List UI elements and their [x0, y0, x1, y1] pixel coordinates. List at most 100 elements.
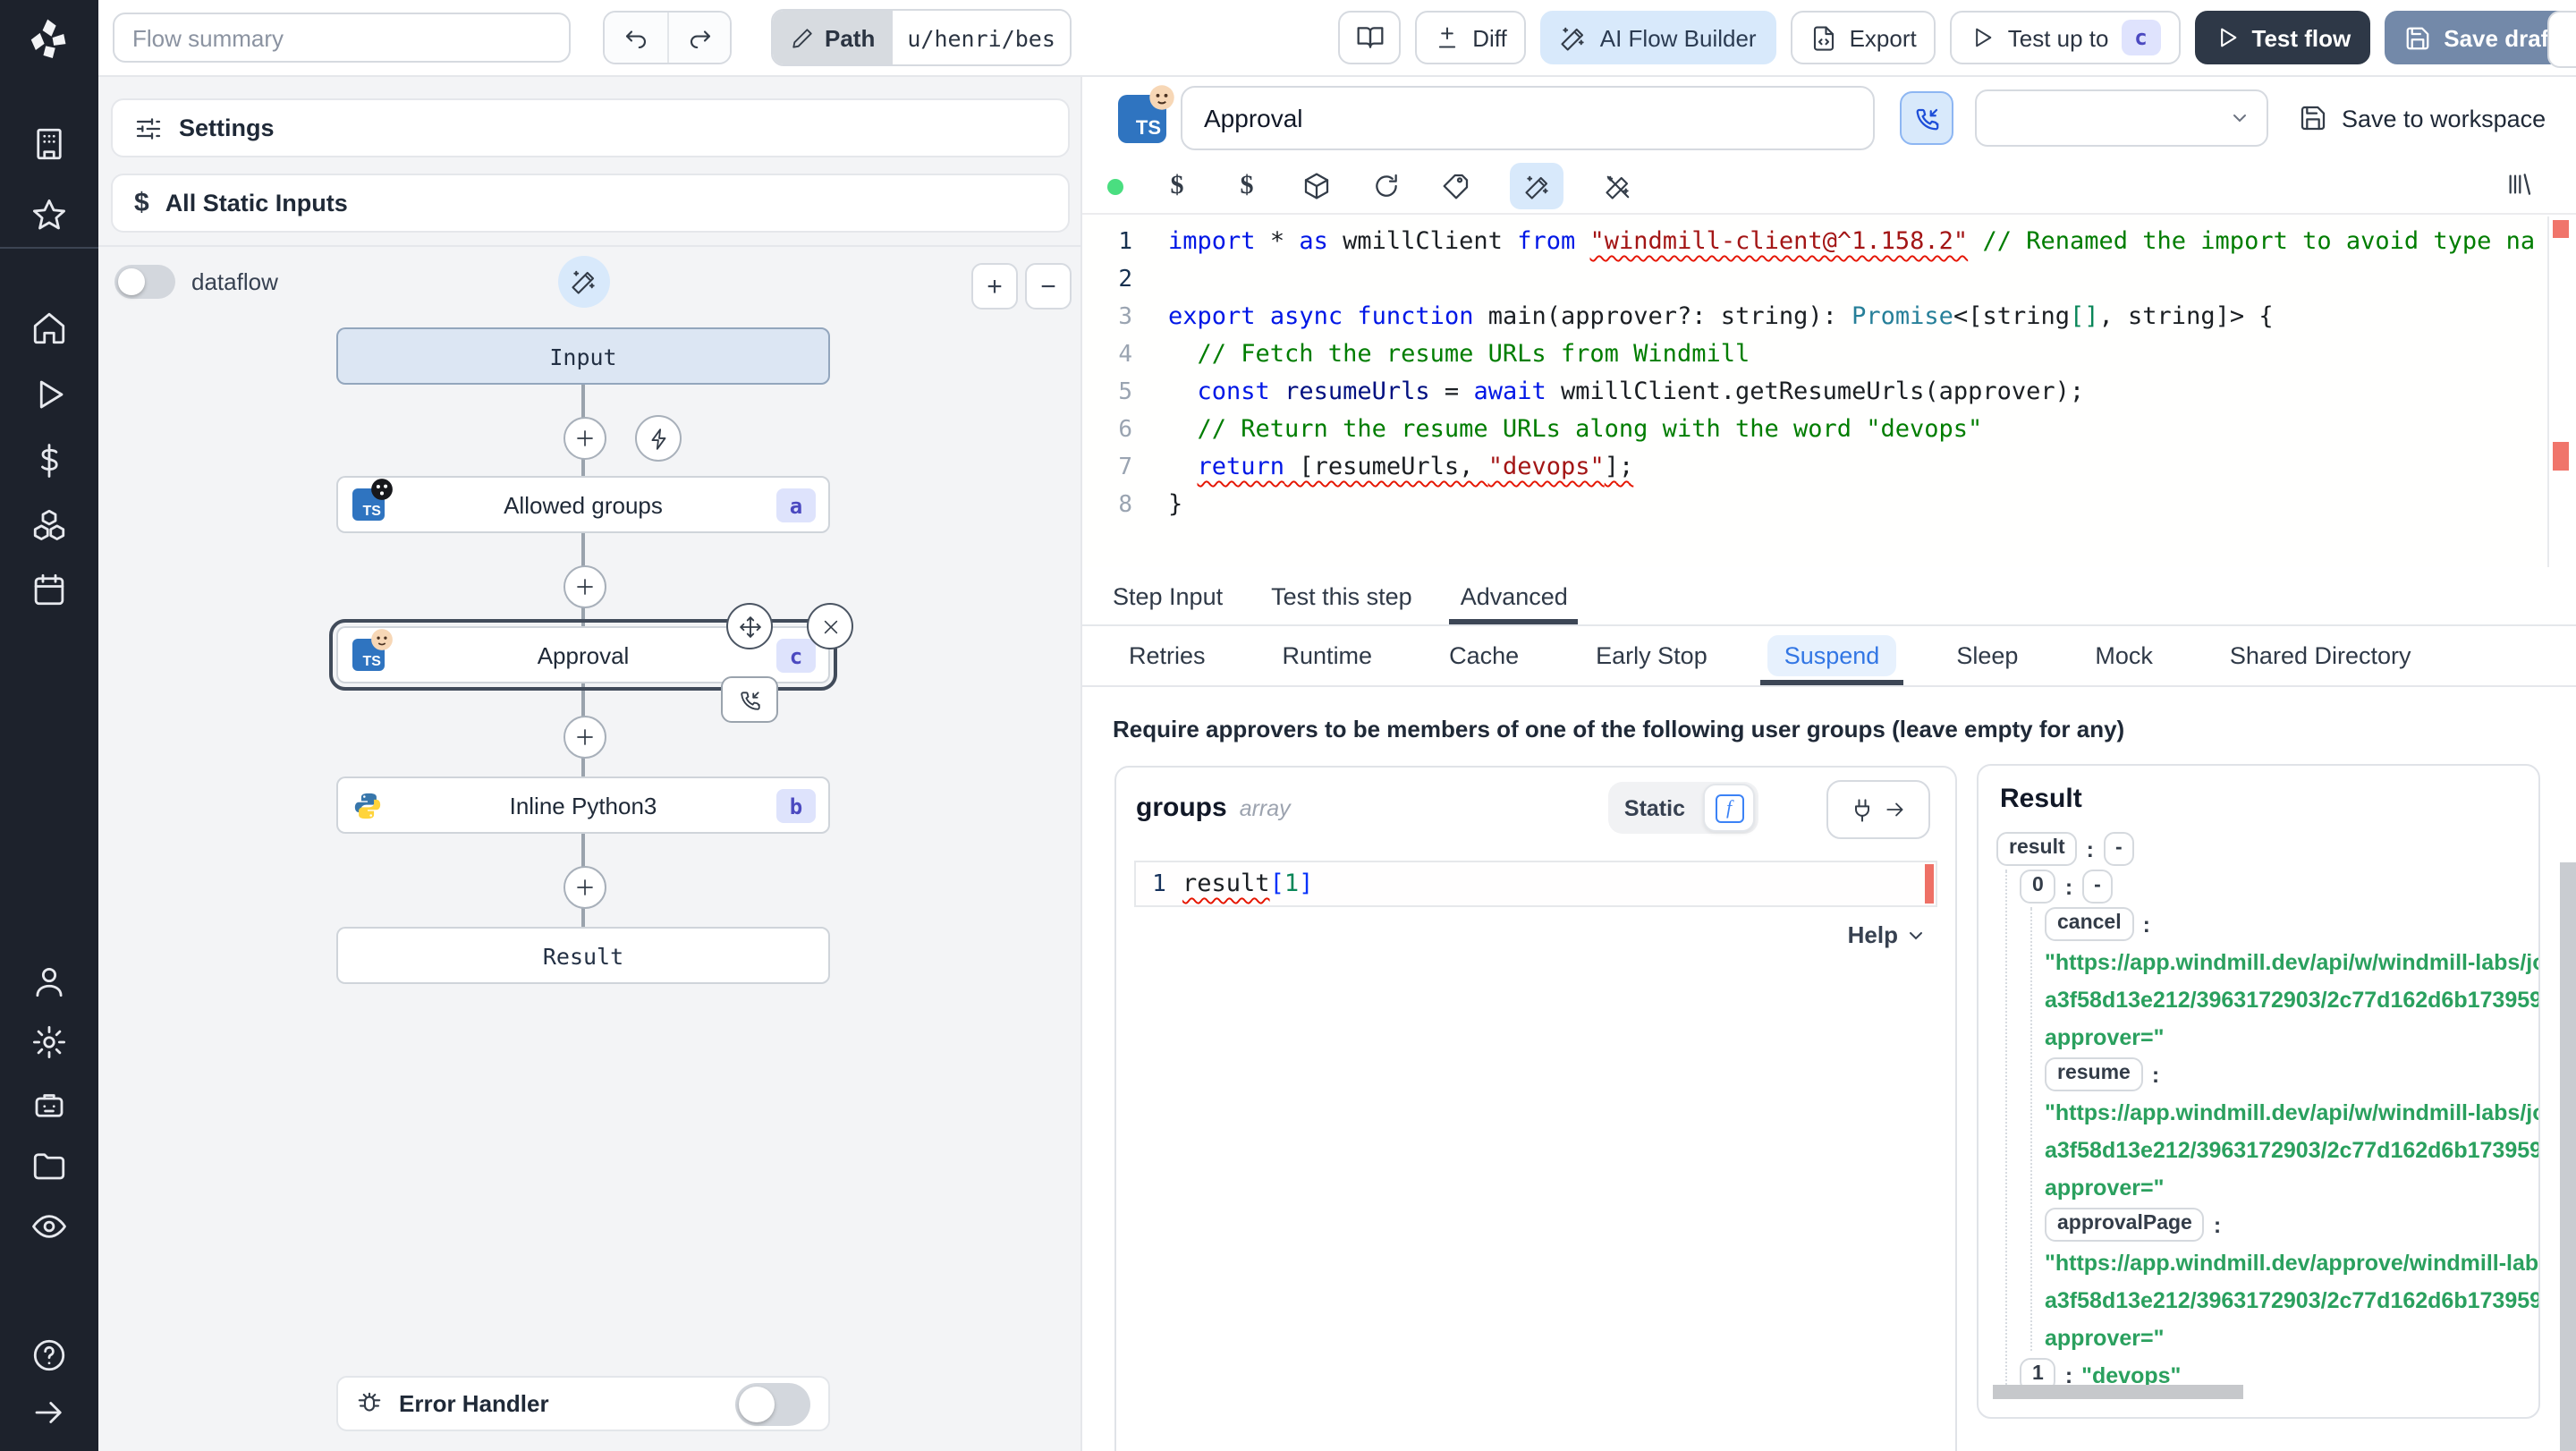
- test-up-to-button[interactable]: Test up to c: [1950, 11, 2181, 64]
- add-step-button-2[interactable]: [564, 565, 606, 608]
- result-string-value: "https://app.windmill.dev/approve/windmi…: [2045, 1250, 2540, 1275]
- subtab-shared-directory[interactable]: Shared Directory: [2214, 626, 2428, 685]
- sidebar-boxes-icon[interactable]: [30, 506, 68, 544]
- all-static-inputs-row[interactable]: $ All Static Inputs: [111, 174, 1070, 233]
- flow-summary-input[interactable]: [113, 13, 571, 63]
- plus-icon: [577, 579, 593, 595]
- docs-button[interactable]: [1338, 11, 1402, 64]
- tab-advanced[interactable]: Advanced: [1449, 567, 1579, 624]
- test-flow-button[interactable]: Test flow: [2194, 11, 2371, 64]
- flow-node-allowed-groups[interactable]: TS Allowed groups a: [336, 476, 830, 533]
- subtab-mock[interactable]: Mock: [2079, 626, 2169, 685]
- sidebar-dollar-icon[interactable]: [30, 442, 68, 479]
- ai-flow-builder-label: AI Flow Builder: [1599, 24, 1757, 51]
- diff-button[interactable]: Diff: [1415, 11, 1527, 64]
- code-editor[interactable]: 1 2 3 4 5 6 7 8 import * as wmillClient from "w…: [1082, 216, 2576, 567]
- step-name-input[interactable]: [1181, 86, 1875, 150]
- flow-node-python[interactable]: Inline Python3 b: [336, 776, 830, 834]
- reload-icon[interactable]: [1370, 170, 1402, 202]
- path-value[interactable]: u/henri/bes: [893, 11, 1070, 64]
- flow-node-result[interactable]: Result: [336, 927, 830, 984]
- sidebar-calendar-icon[interactable]: [30, 571, 68, 608]
- groups-field-type: array: [1239, 796, 1291, 821]
- subtab-runtime[interactable]: Runtime: [1267, 626, 1389, 685]
- sidebar-home-icon[interactable]: [30, 310, 68, 347]
- suspend-description: Require approvers to be members of one o…: [1113, 716, 2125, 742]
- editor-minimap[interactable]: [2547, 216, 2576, 567]
- zoom-in-button[interactable]: +: [971, 263, 1018, 310]
- redo-button[interactable]: [667, 13, 730, 63]
- line-number: 6: [1118, 417, 1132, 444]
- cache-select[interactable]: [1975, 89, 2268, 147]
- result-key-pill[interactable]: 0: [2020, 870, 2056, 904]
- windmill-logo-icon[interactable]: [25, 14, 73, 63]
- path-button[interactable]: Path: [773, 11, 894, 64]
- tab-test-this-step[interactable]: Test this step: [1271, 567, 1412, 624]
- subtab-cache[interactable]: Cache: [1433, 626, 1535, 685]
- function-option-selected[interactable]: f: [1703, 784, 1755, 832]
- suspend-phone-button[interactable]: [1900, 91, 1953, 145]
- more-actions-button[interactable]: [2547, 11, 2576, 68]
- sidebar-gear-icon[interactable]: [30, 1023, 68, 1061]
- colon: :: [2151, 1062, 2160, 1087]
- move-step-button[interactable]: [726, 603, 773, 649]
- tab-step-input[interactable]: Step Input: [1113, 567, 1223, 624]
- add-step-button-3[interactable]: [564, 716, 606, 759]
- ai-flow-builder-button[interactable]: AI Flow Builder: [1540, 11, 1776, 64]
- undo-redo-group: [603, 11, 732, 64]
- add-step-button-1[interactable]: [564, 417, 606, 460]
- ai-assistant-on-icon[interactable]: [1510, 163, 1563, 209]
- static-dynamic-toggle[interactable]: Static f: [1607, 782, 1758, 834]
- delete-step-button[interactable]: [807, 603, 853, 649]
- line-number: 1: [1118, 229, 1132, 256]
- collapse-button[interactable]: -: [2081, 870, 2114, 904]
- flow-settings-row[interactable]: Settings: [111, 98, 1070, 157]
- subtab-early-stop[interactable]: Early Stop: [1580, 626, 1724, 685]
- bug-icon: [358, 1392, 381, 1412]
- save-icon: [2406, 26, 2429, 49]
- error-handler-row[interactable]: Error Handler: [336, 1376, 830, 1431]
- result-key-pill[interactable]: result: [1996, 832, 2078, 866]
- sidebar-help-icon[interactable]: [30, 1336, 68, 1374]
- sidebar-play-icon[interactable]: [30, 376, 68, 413]
- connect-result-button[interactable]: [1826, 780, 1930, 839]
- sidebar-star-icon[interactable]: [30, 197, 68, 234]
- subtab-retries[interactable]: Retries: [1113, 626, 1222, 685]
- export-button[interactable]: Export: [1790, 11, 1936, 64]
- add-step-button-4[interactable]: [564, 866, 606, 909]
- variables-icon[interactable]: $: [1161, 170, 1193, 202]
- format-tag-icon[interactable]: [1440, 170, 1472, 202]
- collapse-button[interactable]: -: [2103, 832, 2135, 866]
- undo-button[interactable]: [605, 13, 667, 63]
- sidebar-eye-icon[interactable]: [30, 1208, 68, 1245]
- page-vertical-scrollbar[interactable]: [2560, 862, 2576, 1451]
- sidebar-user-icon[interactable]: [30, 963, 68, 1000]
- ai-step-wand-button[interactable]: [558, 256, 610, 308]
- approval-phone-chip-button[interactable]: [721, 676, 778, 723]
- help-dropdown[interactable]: Help: [1848, 921, 1927, 948]
- package-icon[interactable]: [1301, 170, 1333, 202]
- ai-assistant-off-icon[interactable]: [1601, 170, 1633, 202]
- sidebar-robot-icon[interactable]: [30, 1086, 68, 1124]
- dataflow-toggle[interactable]: [114, 265, 175, 299]
- flow-node-input[interactable]: Input: [336, 327, 830, 385]
- result-key-pill[interactable]: approvalPage: [2045, 1208, 2205, 1242]
- save-to-workspace-button[interactable]: Save to workspace: [2299, 104, 2546, 132]
- error-handler-toggle[interactable]: [735, 1382, 810, 1425]
- result-key-pill[interactable]: resume: [2045, 1057, 2143, 1091]
- sidebar-folder-icon[interactable]: [30, 1147, 68, 1184]
- sidebar-building-icon[interactable]: [30, 125, 68, 163]
- help-label: Help: [1847, 921, 1898, 948]
- static-option-label[interactable]: Static: [1624, 795, 1685, 820]
- subtab-sleep[interactable]: Sleep: [1940, 626, 2034, 685]
- resources-dollar-icon[interactable]: $: [1231, 170, 1263, 202]
- subtab-suspend[interactable]: Suspend: [1760, 626, 1903, 685]
- minimap-toggle-icon[interactable]: [2504, 170, 2533, 199]
- canvas-divider: [98, 245, 1080, 247]
- groups-expression-editor[interactable]: 1 result[1]: [1134, 861, 1937, 907]
- sidebar-arrow-right-icon[interactable]: [30, 1394, 68, 1431]
- result-horizontal-scrollbar[interactable]: [1993, 1385, 2243, 1399]
- result-key-pill[interactable]: cancel: [2045, 907, 2134, 941]
- add-trigger-button[interactable]: [635, 415, 682, 462]
- zoom-out-button[interactable]: −: [1025, 263, 1072, 310]
